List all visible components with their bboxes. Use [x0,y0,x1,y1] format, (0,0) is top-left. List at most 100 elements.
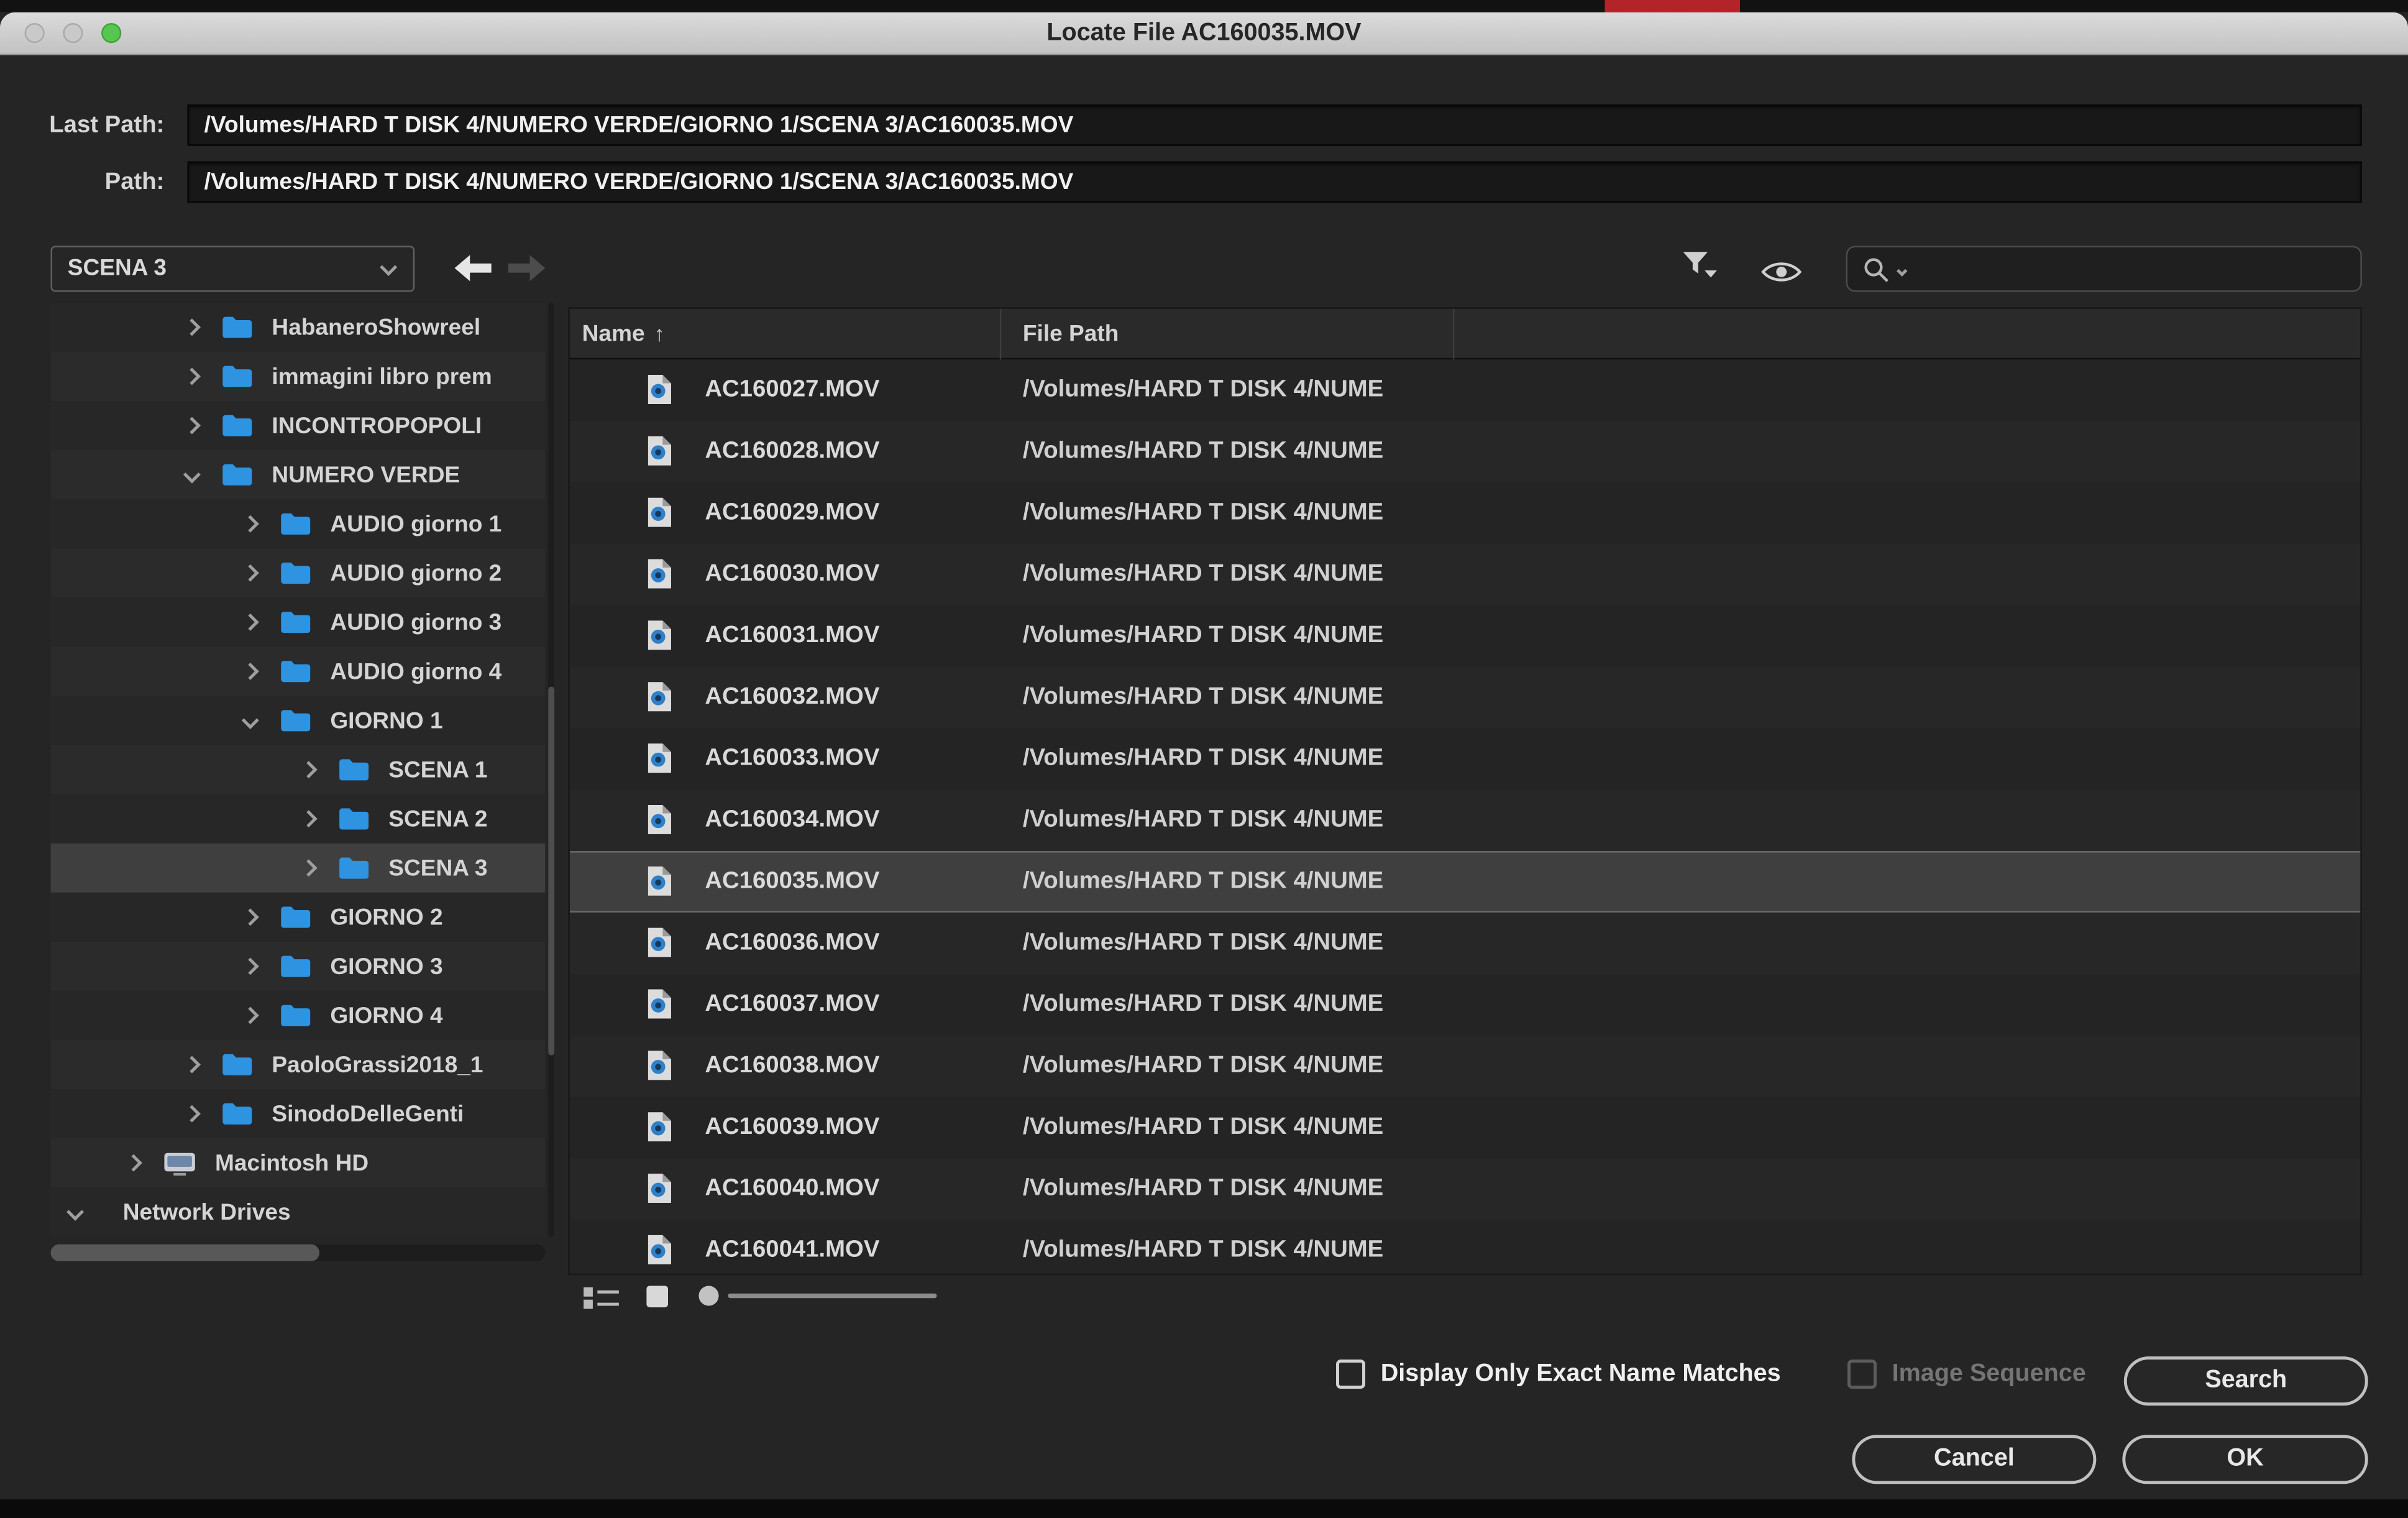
file-row-ac160037-mov[interactable]: AC160037.MOV/Volumes/HARD T DISK 4/NUME [570,974,2361,1036]
tree-item-immagini-libro-prem[interactable]: immagini libro prem [51,352,546,401]
tree-horizontal-scrollbar[interactable] [51,1244,546,1261]
exact-name-matches-checkbox[interactable] [1336,1359,1365,1389]
tree-item-label: Network Drives [123,1199,291,1225]
file-path: /Volumes/HARD T DISK 4/NUME [1023,913,1383,974]
tree-item-giorno-3[interactable]: GIORNO 3 [51,942,546,991]
chevron-right-icon[interactable] [300,810,318,827]
tree-item-label: PaoloGrassi2018_1 [272,1052,483,1078]
preview-button[interactable] [1760,260,1803,293]
column-divider[interactable] [1000,309,1001,360]
file-row-ac160029-mov[interactable]: AC160029.MOV/Volumes/HARD T DISK 4/NUME [570,482,2361,544]
chevron-right-icon[interactable] [183,1056,201,1074]
tree-vertical-scrollbar[interactable] [548,303,554,1237]
file-row-ac160041-mov[interactable]: AC160041.MOV/Volumes/HARD T DISK 4/NUME [570,1220,2361,1273]
scrollbar-thumb[interactable] [51,1244,319,1261]
tree-item-label: AUDIO giorno 1 [330,511,501,537]
chevron-right-icon[interactable] [125,1154,142,1172]
chevron-right-icon[interactable] [300,859,318,876]
folder-icon [221,364,254,389]
tree-item-scena-3[interactable]: SCENA 3 [51,844,546,893]
zoom-slider-track[interactable] [728,1294,936,1298]
file-name: AC160031.MOV [705,605,879,667]
chevron-down-icon[interactable] [183,466,201,484]
tree-item-sinododellegenti[interactable]: SinodoDelleGenti [51,1089,546,1138]
path-label: Path: [19,161,165,203]
scrollbar-thumb[interactable] [548,687,554,1056]
chevron-right-icon[interactable] [183,367,201,385]
tree-item-macintosh-hd[interactable]: Macintosh HD [51,1138,546,1187]
list-view-button[interactable] [584,1286,619,1318]
tree-item-paolograssi2018-1[interactable]: PaoloGrassi2018_1 [51,1040,546,1089]
tree-item-network-drives[interactable]: Network Drives [51,1187,546,1236]
file-row-ac160034-mov[interactable]: AC160034.MOV/Volumes/HARD T DISK 4/NUME [570,789,2361,851]
tree-item-incontropopoli[interactable]: INCONTROPOPOLI [51,401,546,450]
search-input[interactable] [1921,249,2348,288]
cancel-button[interactable]: Cancel [1852,1435,2096,1484]
tree-item-audio-giorno-3[interactable]: AUDIO giorno 3 [51,597,546,646]
image-sequence-checkbox [1847,1359,1877,1389]
file-list: Name↑ File Path AC160027.MOV/Volumes/HAR… [568,307,2361,1275]
file-path: /Volumes/HARD T DISK 4/NUME [1023,544,1383,605]
location-dropdown[interactable]: SCENA 3 [51,246,415,292]
last-path-input[interactable] [187,104,2361,146]
file-row-ac160028-mov[interactable]: AC160028.MOV/Volumes/HARD T DISK 4/NUME [570,421,2361,482]
file-row-ac160036-mov[interactable]: AC160036.MOV/Volumes/HARD T DISK 4/NUME [570,913,2361,974]
file-row-ac160030-mov[interactable]: AC160030.MOV/Volumes/HARD T DISK 4/NUME [570,544,2361,605]
folder-icon [338,757,370,782]
file-name: AC160038.MOV [705,1036,879,1097]
tree-item-scena-1[interactable]: SCENA 1 [51,745,546,794]
tree-item-audio-giorno-2[interactable]: AUDIO giorno 2 [51,548,546,597]
exact-name-matches-label: Display Only Exact Name Matches [1381,1358,1781,1392]
tree-item-giorno-4[interactable]: GIORNO 4 [51,991,546,1040]
chevron-right-icon[interactable] [242,957,259,975]
file-list-header: Name↑ File Path [570,309,2361,360]
chevron-right-icon[interactable] [242,564,259,582]
forward-button[interactable] [508,255,545,281]
file-row-ac160035-mov[interactable]: AC160035.MOV/Volumes/HARD T DISK 4/NUME [570,851,2361,913]
search-scope-chevron-icon[interactable] [1897,265,1907,276]
path-input[interactable] [187,161,2361,203]
file-row-ac160039-mov[interactable]: AC160039.MOV/Volumes/HARD T DISK 4/NUME [570,1097,2361,1159]
chevron-right-icon[interactable] [183,417,201,435]
back-button[interactable] [455,255,492,281]
column-header-name[interactable]: Name↑ [582,309,665,360]
file-row-ac160040-mov[interactable]: AC160040.MOV/Volumes/HARD T DISK 4/NUME [570,1158,2361,1220]
tree-item-giorno-1[interactable]: GIORNO 1 [51,696,546,745]
chevron-right-icon[interactable] [183,1105,201,1123]
chevron-right-icon[interactable] [183,318,201,336]
file-row-ac160031-mov[interactable]: AC160031.MOV/Volumes/HARD T DISK 4/NUME [570,605,2361,667]
filter-button[interactable] [1680,249,1720,290]
tree-item-audio-giorno-1[interactable]: AUDIO giorno 1 [51,499,546,548]
search-button[interactable]: Search [2124,1356,2368,1405]
chevron-right-icon[interactable] [242,515,259,533]
column-divider[interactable] [1453,309,1454,360]
search-box[interactable] [1846,246,2362,292]
location-dropdown-value: SCENA 3 [68,247,167,290]
tree-item-audio-giorno-4[interactable]: AUDIO giorno 4 [51,646,546,696]
tree-item-numero-verde[interactable]: NUMERO VERDE [51,450,546,499]
tree-item-giorno-2[interactable]: GIORNO 2 [51,893,546,942]
chevron-right-icon[interactable] [242,614,259,631]
file-row-ac160033-mov[interactable]: AC160033.MOV/Volumes/HARD T DISK 4/NUME [570,728,2361,789]
chevron-right-icon[interactable] [242,908,259,926]
ok-button[interactable]: OK [2122,1435,2368,1484]
file-row-ac160032-mov[interactable]: AC160032.MOV/Volumes/HARD T DISK 4/NUME [570,667,2361,729]
media-file-icon [646,374,672,406]
media-file-icon [646,558,672,590]
chevron-right-icon[interactable] [300,761,318,778]
tree-item-scena-2[interactable]: SCENA 2 [51,794,546,844]
column-header-file-path[interactable]: File Path [1023,309,1119,360]
thumbnail-view-button[interactable] [645,1284,670,1317]
media-file-icon [646,742,672,775]
arrow-right-icon [508,255,545,281]
file-row-ac160038-mov[interactable]: AC160038.MOV/Volumes/HARD T DISK 4/NUME [570,1036,2361,1097]
chevron-down-icon[interactable] [66,1203,84,1221]
file-row-ac160027-mov[interactable]: AC160027.MOV/Volumes/HARD T DISK 4/NUME [570,359,2361,421]
file-path: /Volumes/HARD T DISK 4/NUME [1023,789,1383,851]
zoom-slider-knob[interactable] [698,1286,718,1305]
chevron-down-icon[interactable] [242,712,259,729]
list-view-icon [584,1286,619,1310]
tree-item-habaneroshowreel[interactable]: HabaneroShowreel [51,303,546,352]
chevron-right-icon[interactable] [242,663,259,680]
chevron-right-icon[interactable] [242,1007,259,1024]
